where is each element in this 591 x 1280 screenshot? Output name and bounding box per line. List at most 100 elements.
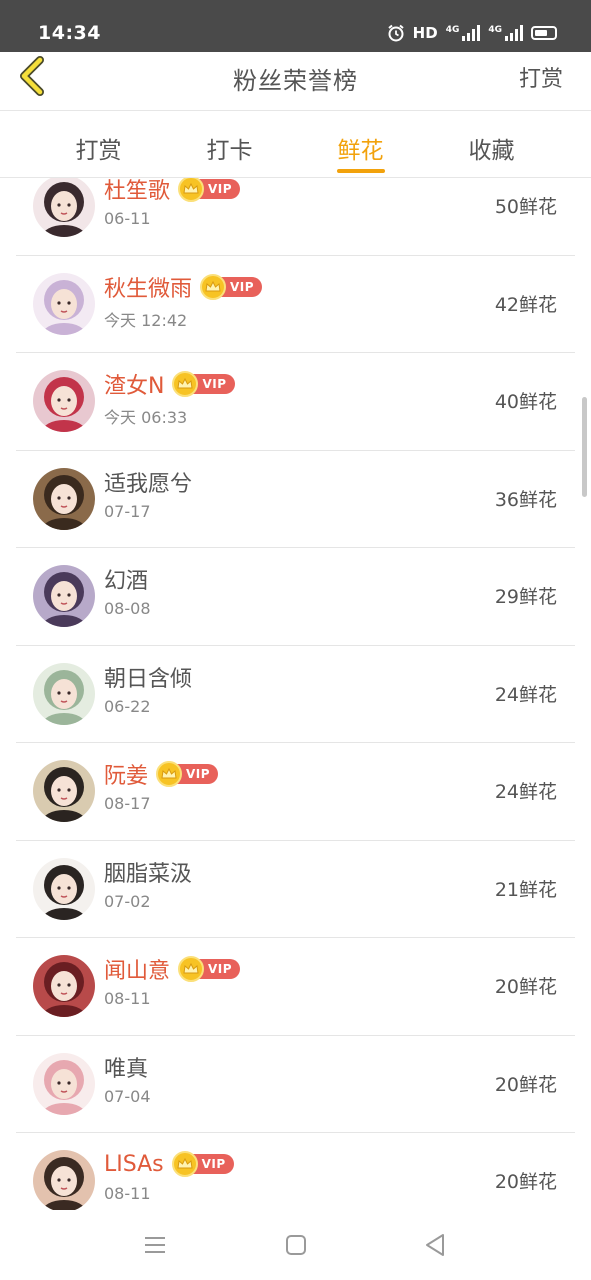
flower-count: 40鲜花 <box>494 391 557 413</box>
fan-row[interactable]: 阮姜 VIP 08-17 24鲜花 <box>0 743 591 841</box>
fan-row[interactable]: 朝日含倾 VIP 06-22 24鲜花 <box>0 646 591 743</box>
fan-date: 06-22 <box>104 696 151 716</box>
flower-count: 29鲜花 <box>494 586 557 608</box>
avatar[interactable] <box>33 565 95 627</box>
tab-bar: 打赏 打卡 鲜花 收藏 <box>0 111 591 177</box>
home-button[interactable] <box>281 1230 311 1260</box>
fan-row[interactable]: 秋生微雨 VIP 今天 12:42 42鲜花 <box>0 256 591 353</box>
vip-badge: VIP <box>171 1151 234 1177</box>
back-nav-button[interactable] <box>420 1230 450 1260</box>
fan-name[interactable]: 朝日含倾 <box>104 661 192 693</box>
name-line: LISAs VIP <box>104 1148 234 1180</box>
fan-date: 08-08 <box>104 599 151 618</box>
tip-button[interactable]: 打赏 <box>519 61 563 93</box>
fan-date: 07-04 <box>104 1086 151 1106</box>
fan-row[interactable]: 渣女N VIP 今天 06:33 40鲜花 <box>0 353 591 451</box>
flower-count: 20鲜花 <box>494 1073 557 1096</box>
fan-name[interactable]: 胭脂菜汲 <box>104 856 192 888</box>
signal-icon: 4G <box>446 25 481 41</box>
alarm-icon <box>388 24 404 42</box>
fan-date: 08-11 <box>104 989 151 1008</box>
name-line: 唯真 VIP <box>104 1051 148 1083</box>
hd-icon: HD <box>412 24 438 42</box>
flower-count: 36鲜花 <box>494 488 557 511</box>
vip-label: VIP <box>186 767 211 781</box>
vip-badge: VIP <box>200 273 263 300</box>
fan-name[interactable]: 闻山意 <box>104 953 170 985</box>
tab-favorites[interactable]: 收藏 <box>426 111 557 177</box>
flower-count: 20鲜花 <box>494 1171 557 1193</box>
avatar[interactable] <box>33 370 95 432</box>
avatar[interactable] <box>33 857 95 920</box>
fan-date: 06-11 <box>104 209 151 228</box>
fan-name[interactable]: 幻酒 <box>104 563 148 595</box>
vip-badge: VIP <box>178 178 241 202</box>
fan-date: 08-11 <box>104 1184 151 1203</box>
fan-name[interactable]: 阮姜 <box>104 758 148 790</box>
fan-name[interactable]: LISAs <box>104 1152 164 1177</box>
vip-label: VIP <box>208 182 233 196</box>
tab-tip[interactable]: 打赏 <box>33 111 164 177</box>
avatar[interactable] <box>33 272 95 335</box>
crown-icon <box>156 761 183 787</box>
vip-badge: VIP <box>178 956 241 982</box>
fan-name[interactable]: 渣女N <box>104 368 164 400</box>
avatar[interactable] <box>33 1052 95 1115</box>
flower-count: 20鲜花 <box>494 976 557 998</box>
avatar[interactable] <box>33 178 95 237</box>
vip-badge: VIP <box>156 761 219 787</box>
battery-icon <box>531 26 557 40</box>
flower-count: 42鲜花 <box>494 293 557 316</box>
name-line: 幻酒 VIP <box>104 563 148 595</box>
avatar[interactable] <box>33 662 95 725</box>
name-line: 秋生微雨 VIP <box>104 271 263 303</box>
fan-row[interactable]: LISAs VIP 08-11 20鲜花 <box>0 1133 591 1210</box>
name-line: 胭脂菜汲 VIP <box>104 856 192 888</box>
avatar[interactable] <box>33 760 95 822</box>
system-nav-bar <box>0 1210 591 1280</box>
vip-label: VIP <box>202 377 227 391</box>
fan-date: 07-17 <box>104 501 151 521</box>
menu-icon <box>145 1237 165 1253</box>
fan-date: 今天 06:33 <box>104 408 188 427</box>
name-line: 适我愿兮 VIP <box>104 466 192 498</box>
fan-row[interactable]: 唯真 VIP 07-04 20鲜花 <box>0 1036 591 1133</box>
flower-count: 24鲜花 <box>494 781 557 803</box>
fan-name[interactable]: 适我愿兮 <box>104 466 192 498</box>
tab-flowers[interactable]: 鲜花 <box>295 111 426 177</box>
avatar[interactable] <box>33 955 95 1017</box>
crown-icon <box>178 956 205 982</box>
name-line: 闻山意 VIP <box>104 953 241 985</box>
name-line: 阮姜 VIP <box>104 758 219 790</box>
home-icon <box>286 1235 306 1255</box>
fan-row[interactable]: 幻酒 VIP 08-08 29鲜花 <box>0 548 591 646</box>
crown-icon <box>172 371 199 397</box>
page-title: 粉丝荣誉榜 <box>233 67 358 95</box>
flower-count: 24鲜花 <box>494 683 557 706</box>
fan-list-viewport[interactable]: 杜笙歌 VIP 06-11 50鲜花 秋生微雨 VIP 今天 12:42 42鲜… <box>0 178 591 1210</box>
avatar[interactable] <box>33 1150 95 1210</box>
fan-row[interactable]: 胭脂菜汲 VIP 07-02 21鲜花 <box>0 841 591 938</box>
fan-date: 07-02 <box>104 891 151 911</box>
fan-date: 今天 12:42 <box>104 310 188 330</box>
status-icons: HD 4G 4G <box>387 24 557 42</box>
fan-row[interactable]: 杜笙歌 VIP 06-11 50鲜花 <box>0 178 591 256</box>
status-time: 14:34 <box>38 22 101 44</box>
tab-checkin[interactable]: 打卡 <box>164 111 295 177</box>
fan-name[interactable]: 唯真 <box>104 1051 148 1083</box>
name-line: 朝日含倾 VIP <box>104 661 192 693</box>
fan-row[interactable]: 适我愿兮 VIP 07-17 36鲜花 <box>0 451 591 548</box>
scrollbar[interactable] <box>582 397 587 497</box>
fan-list: 杜笙歌 VIP 06-11 50鲜花 秋生微雨 VIP 今天 12:42 42鲜… <box>0 178 591 1210</box>
menu-button[interactable] <box>140 1230 170 1260</box>
fan-name[interactable]: 杜笙歌 <box>104 178 170 205</box>
fan-name[interactable]: 秋生微雨 <box>104 271 192 303</box>
vip-label: VIP <box>208 962 233 976</box>
status-bar: 14:34 HD 4G 4G <box>0 0 591 52</box>
name-line: 杜笙歌 VIP <box>104 178 241 205</box>
back-triangle-icon <box>426 1234 444 1256</box>
fan-row[interactable]: 闻山意 VIP 08-11 20鲜花 <box>0 938 591 1036</box>
crown-icon <box>200 273 227 300</box>
avatar[interactable] <box>33 467 95 530</box>
vip-badge: VIP <box>172 371 235 397</box>
